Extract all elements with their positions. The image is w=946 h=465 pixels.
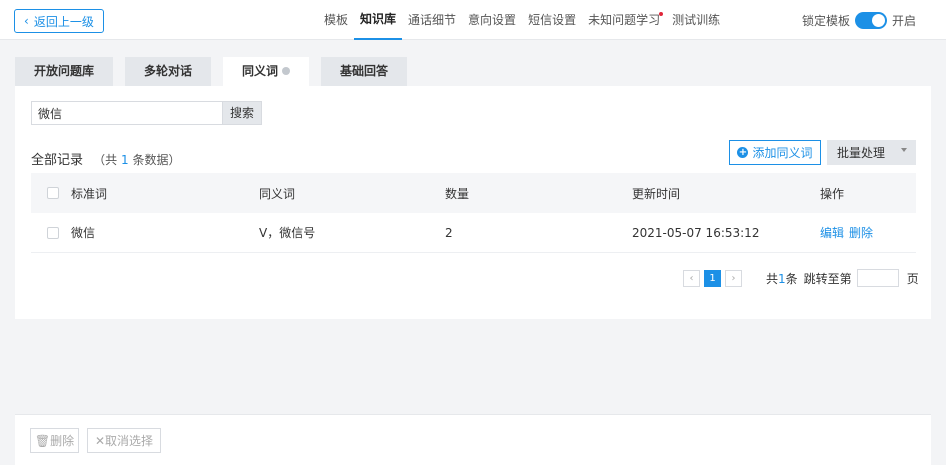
search-button[interactable]: 搜索: [222, 101, 262, 125]
delete-link[interactable]: 删除: [849, 226, 873, 240]
jump-page-input[interactable]: [856, 269, 899, 287]
synonym-table: 标准词 同义词 数量 更新时间 操作 微信 V，微信号 2 2021-05-07…: [31, 173, 916, 253]
lock-label: 锁定模板: [801, 14, 850, 28]
cell-actions: 编辑 删除: [820, 224, 878, 241]
nav-item-test-training[interactable]: 测试训练: [666, 0, 726, 40]
tab-basic-answers[interactable]: 基础回答: [321, 57, 408, 86]
column-header-count: 数量: [445, 186, 470, 201]
add-synonym-label: 添加同义词: [752, 146, 813, 160]
bulk-delete-label: 删除: [50, 434, 75, 448]
tab-multi-turn[interactable]: 多轮对话: [125, 57, 212, 86]
batch-label: 批量处理: [837, 146, 886, 160]
lock-toggle[interactable]: [854, 12, 887, 29]
caret-down-icon: [901, 148, 907, 152]
cell-count: 2: [445, 225, 453, 240]
cell-synonyms: V，微信号: [259, 226, 316, 240]
select-all-checkbox[interactable]: [47, 187, 59, 199]
column-header-updated: 更新时间: [632, 186, 681, 201]
total-text: 共1条: [766, 270, 798, 287]
column-header-synonyms: 同义词: [259, 186, 296, 201]
table-row: 微信 V，微信号 2 2021-05-07 16:53:12 编辑 删除: [31, 213, 916, 253]
add-synonym-button[interactable]: + 添加同义词: [729, 140, 821, 165]
kb-tabs: 开放问题库 多轮对话 同义词 基础回答: [15, 57, 419, 86]
nav-item-unknown-learning-label: 未知问题学习: [588, 13, 661, 27]
toggle-knob: [871, 14, 885, 27]
nav-item-call-details[interactable]: 通话细节: [402, 0, 462, 40]
page-unit-label: 页: [906, 271, 919, 286]
lock-template-control: 锁定模板 开启: [802, 12, 916, 29]
close-icon: ✕: [94, 433, 106, 448]
records-summary: 全部记录 （共 1 条数据）: [31, 149, 180, 168]
lock-state: 开启: [891, 14, 916, 28]
cancel-selection-label: 取消选择: [105, 434, 154, 448]
search-row: 搜索: [31, 101, 262, 125]
edit-link[interactable]: 编辑: [820, 226, 844, 240]
back-button[interactable]: ‹ 返回上一级: [14, 9, 104, 33]
nav-item-sms-settings[interactable]: 短信设置: [522, 0, 582, 40]
back-label: 返回上一级: [33, 14, 94, 29]
total-prefix: 共: [766, 271, 779, 286]
records-suffix: 条数据）: [132, 153, 181, 167]
plus-circle-icon: +: [737, 147, 749, 158]
nav-item-knowledge-base[interactable]: 知识库: [354, 0, 403, 40]
column-header-actions: 操作: [820, 186, 845, 201]
top-bar: ‹ 返回上一级 模板 知识库 通话细节 意向设置 短信设置 未知问题学习 测试训…: [0, 0, 946, 40]
main-panel: 搜索 全部记录 （共 1 条数据） + 添加同义词 批量处理 标准词 同义词 数…: [15, 86, 931, 319]
chevron-left-icon: ‹: [24, 14, 29, 28]
info-icon: [282, 67, 291, 75]
total-count: 1: [778, 271, 786, 286]
jump-label: 跳转至第: [803, 271, 852, 286]
nav-item-template[interactable]: 模板: [318, 0, 354, 40]
tab-synonyms[interactable]: 同义词: [223, 57, 310, 86]
records-prefix: （共: [93, 153, 118, 167]
records-count: 1: [121, 153, 129, 167]
records-title: 全部记录: [31, 153, 84, 168]
bulk-delete-button[interactable]: 🗑 删除: [30, 428, 79, 453]
cell-updated: 2021-05-07 16:53:12: [632, 225, 760, 240]
nav-item-intent-settings[interactable]: 意向设置: [462, 0, 522, 40]
prev-page-button[interactable]: ‹: [683, 269, 700, 287]
trash-icon: 🗑: [34, 433, 51, 448]
batch-process-dropdown[interactable]: 批量处理: [827, 140, 916, 165]
bottom-action-bar: 🗑 删除 ✕ 取消选择: [15, 414, 931, 465]
table-header-row: 标准词 同义词 数量 更新时间 操作: [31, 173, 916, 213]
nav-item-unknown-learning[interactable]: 未知问题学习: [582, 0, 666, 40]
top-nav: 模板 知识库 通话细节 意向设置 短信设置 未知问题学习 测试训练: [318, 0, 726, 40]
tab-synonyms-label: 同义词: [242, 64, 279, 78]
column-header-standard-word: 标准词: [71, 186, 108, 201]
search-input[interactable]: [31, 101, 222, 125]
next-page-button[interactable]: ›: [725, 269, 742, 287]
cell-standard-word: 微信: [71, 226, 96, 240]
page-button-current[interactable]: 1: [704, 269, 721, 287]
total-suffix: 条: [785, 271, 798, 286]
notification-dot: [659, 12, 664, 16]
records-count-text: （共 1 条数据）: [93, 153, 180, 167]
row-checkbox[interactable]: [47, 227, 59, 239]
pagination: ‹ 1 › 共1条 跳转至第 页: [683, 269, 919, 287]
cancel-selection-button[interactable]: ✕ 取消选择: [87, 428, 161, 453]
tab-open-questions[interactable]: 开放问题库: [15, 57, 114, 86]
